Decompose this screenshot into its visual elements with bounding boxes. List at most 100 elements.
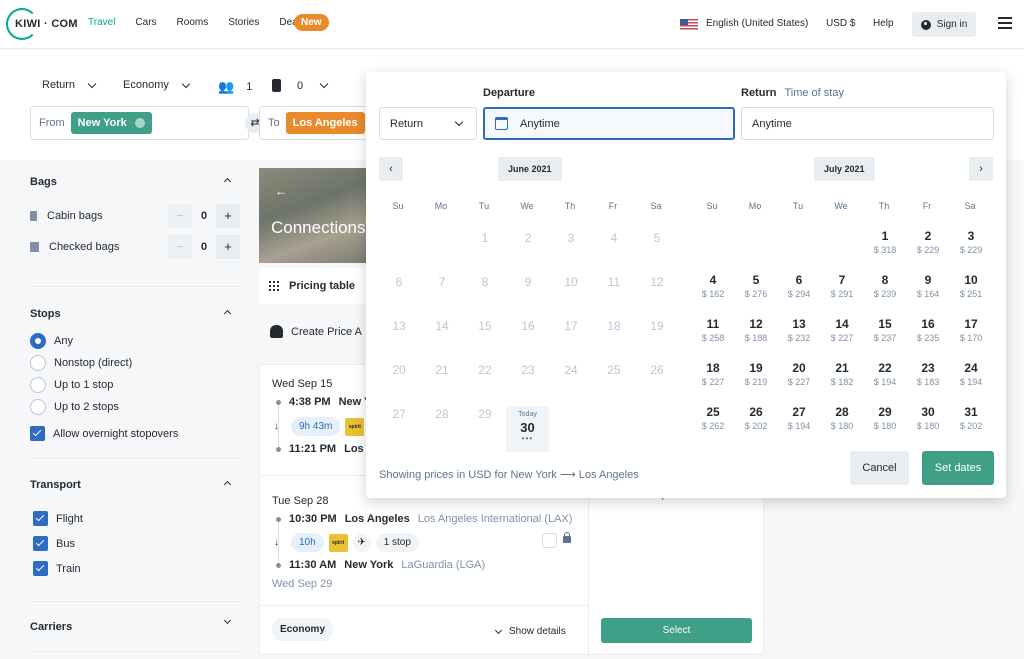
calendar-day-past: 23 (507, 363, 549, 377)
day-number: 30 (520, 420, 535, 435)
calendar-day[interactable]: 28 $ 180 (821, 405, 863, 431)
day-price: $ 202 (744, 421, 768, 431)
cancel-button[interactable]: Cancel (850, 451, 909, 485)
departure-input[interactable]: Anytime (483, 107, 735, 140)
return-input[interactable]: Anytime (741, 107, 994, 140)
overnight-stopovers-checkbox[interactable]: Allow overnight stopovers (30, 421, 240, 446)
calendar-day[interactable]: 11 $ 258 (692, 317, 734, 343)
language-selector[interactable]: English (United States) (706, 18, 808, 29)
remove-icon[interactable] (134, 118, 145, 128)
trip-type-select[interactable]: Return (379, 107, 477, 140)
arrow-left-icon[interactable]: ← (275, 184, 287, 198)
increment-button[interactable]: + (216, 203, 240, 228)
transport-section-header[interactable]: Transport (30, 479, 240, 491)
stops-section-header[interactable]: Stops (30, 308, 240, 320)
stops-option-nonstop[interactable]: Nonstop (direct) (30, 352, 240, 374)
increment-button[interactable]: + (216, 234, 240, 259)
to-field[interactable]: To Los Angeles (259, 106, 379, 140)
calendar-day[interactable]: 26 $ 202 (735, 405, 777, 431)
nav-rooms[interactable]: Rooms (177, 17, 209, 28)
calendar-day[interactable]: 15 $ 237 (864, 317, 906, 343)
from-field[interactable]: From New York (30, 106, 249, 140)
decrement-button[interactable]: − (168, 234, 192, 259)
transport-train[interactable]: Train (33, 556, 240, 581)
checkbox-checked[interactable] (33, 511, 48, 526)
today-cell[interactable]: Today 30 ••• (506, 406, 549, 452)
nav-stories[interactable]: Stories (228, 17, 259, 28)
passengers-dropdown[interactable]: 👥 1 (218, 79, 252, 95)
radio[interactable] (30, 355, 46, 371)
calendar-day[interactable]: 13 $ 232 (778, 317, 820, 343)
calendar-day[interactable]: 2 $ 229 (907, 229, 949, 255)
day-number: 10 (964, 273, 978, 287)
stops-option-any[interactable]: Any (30, 330, 240, 352)
calendar-day[interactable]: 25 $ 262 (692, 405, 734, 431)
calendar-day[interactable]: 10 $ 251 (950, 273, 992, 299)
calendar-day[interactable]: 29 $ 180 (864, 405, 906, 431)
cabin-class-dropdown[interactable]: Economy (123, 79, 191, 91)
july-month-label[interactable]: July 2021 (814, 157, 875, 181)
decrement-button[interactable]: − (168, 203, 192, 228)
bags-section-header[interactable]: Bags (30, 176, 240, 188)
radio[interactable] (30, 377, 46, 393)
checked-bag-icon (30, 241, 39, 252)
calendar-day[interactable]: 31 $ 202 (950, 405, 992, 431)
nav-travel[interactable]: Travel (88, 17, 115, 28)
calendar-day[interactable]: 20 $ 227 (778, 361, 820, 387)
calendar-day[interactable]: 21 $ 182 (821, 361, 863, 387)
set-dates-button[interactable]: Set dates (922, 451, 994, 485)
transport-flight[interactable]: Flight (33, 506, 240, 531)
calendar-day[interactable]: 30 $ 180 (907, 405, 949, 431)
calendar-day[interactable]: 18 $ 227 (692, 361, 734, 387)
select-button[interactable]: Select (601, 618, 752, 643)
transport-bus[interactable]: Bus (33, 531, 240, 556)
checkbox-checked[interactable] (33, 536, 48, 551)
show-details-button[interactable]: Show details (494, 626, 566, 637)
calendar-day[interactable]: 23 $ 183 (907, 361, 949, 387)
stops-option-1-stop[interactable]: Up to 1 stop (30, 374, 240, 396)
next-month-button[interactable]: › (969, 157, 993, 181)
checkbox-checked[interactable] (33, 561, 48, 576)
calendar-day[interactable]: 19 $ 219 (735, 361, 777, 387)
june-month-label[interactable]: June 2021 (498, 157, 562, 181)
create-price-alert-button[interactable]: Create Price A (270, 325, 362, 338)
radio-selected[interactable] (30, 333, 46, 349)
calendar-day[interactable]: 4 $ 162 (692, 273, 734, 299)
to-label: To (268, 117, 280, 129)
calendar-day[interactable]: 17 $ 170 (950, 317, 992, 343)
compare-checkbox[interactable] (542, 533, 557, 548)
calendar-day[interactable]: 12 $ 188 (735, 317, 777, 343)
calendar-day[interactable]: 9 $ 164 (907, 273, 949, 299)
calendar-day[interactable]: 16 $ 235 (907, 317, 949, 343)
calendar-day[interactable]: 24 $ 194 (950, 361, 992, 387)
calendar-day[interactable]: 22 $ 194 (864, 361, 906, 387)
calendar-day[interactable]: 27 $ 194 (778, 405, 820, 431)
time-of-stay-tab[interactable]: Time of stay (784, 87, 844, 99)
calendar-day[interactable]: 3 $ 229 (950, 229, 992, 255)
calendar-day[interactable]: 1 $ 318 (864, 229, 906, 255)
hamburger-menu-icon[interactable] (998, 17, 1012, 29)
calendar-day[interactable]: 8 $ 239 (864, 273, 906, 299)
prev-month-button[interactable]: ‹ (379, 157, 403, 181)
help-link[interactable]: Help (873, 18, 894, 29)
carriers-section-header[interactable]: Carriers (30, 616, 240, 633)
kiwi-logo[interactable]: KIWI · COM (6, 8, 78, 40)
return-label[interactable]: Return (741, 87, 776, 99)
bags-dropdown[interactable]: 0 (272, 79, 329, 92)
checkbox-checked[interactable] (30, 426, 45, 441)
calendar-day[interactable]: 14 $ 227 (821, 317, 863, 343)
calendar-day[interactable]: 7 $ 291 (821, 273, 863, 299)
radio[interactable] (30, 399, 46, 415)
to-chip[interactable]: Los Angeles (285, 112, 365, 134)
currency-selector[interactable]: USD $ (826, 18, 855, 29)
nav-cars[interactable]: Cars (135, 17, 156, 28)
stops-option-2-stops[interactable]: Up to 2 stops (30, 396, 240, 418)
main-nav: Travel Cars Rooms Stories Deals (88, 17, 325, 28)
calendar-day[interactable]: 6 $ 294 (778, 273, 820, 299)
sign-in-button[interactable]: Sign in (912, 12, 976, 37)
pricing-table-button[interactable]: Pricing table (259, 268, 369, 304)
calendar-day[interactable]: 5 $ 276 (735, 273, 777, 299)
duration-badge: 9h 43m (291, 417, 341, 436)
from-chip[interactable]: New York (70, 112, 152, 134)
trip-type-dropdown[interactable]: Return (42, 79, 97, 91)
